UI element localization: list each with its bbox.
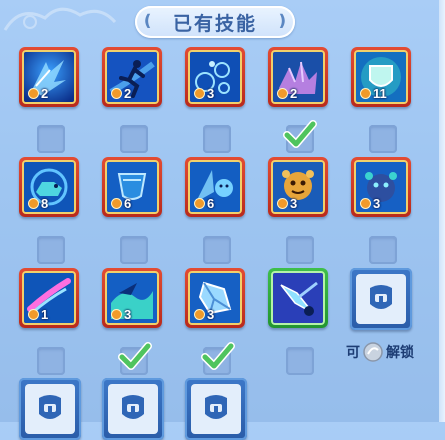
locked-skill-slot[interactable] bbox=[102, 378, 164, 440]
skill-select-checkbox[interactable] bbox=[203, 125, 231, 153]
skill-select-checkbox[interactable] bbox=[120, 125, 148, 153]
skill-slot[interactable]: 3 bbox=[102, 268, 162, 328]
skill-level: 8 bbox=[41, 195, 49, 211]
paw-icon bbox=[360, 197, 371, 209]
unlock-hint: 可 解锁 bbox=[346, 340, 414, 364]
skill-slot[interactable]: 11 bbox=[351, 47, 411, 107]
skill-slot[interactable]: 2 bbox=[102, 47, 162, 107]
checkmark-icon bbox=[283, 120, 317, 148]
paw-icon bbox=[28, 87, 39, 99]
paw-icon bbox=[194, 308, 205, 320]
lock-icon bbox=[39, 395, 61, 419]
paw-icon bbox=[277, 197, 288, 209]
paw-icon bbox=[28, 197, 39, 209]
skill-slot[interactable] bbox=[268, 268, 328, 328]
paw-icon bbox=[111, 87, 122, 99]
skill-level: 6 bbox=[124, 195, 132, 211]
scroll-ornament-icon: ❫ bbox=[275, 13, 289, 30]
skill-level: 2 bbox=[41, 85, 49, 101]
lock-icon bbox=[122, 395, 144, 419]
skill-level: 1 bbox=[41, 306, 49, 322]
paw-icon bbox=[111, 308, 122, 320]
skill-select-checkbox[interactable] bbox=[203, 236, 231, 264]
skill-level: 3 bbox=[124, 306, 132, 322]
skill-level: 3 bbox=[207, 306, 215, 322]
scroll-ornament-icon: ❪ bbox=[141, 13, 155, 30]
skill-slot[interactable]: 6 bbox=[102, 157, 162, 217]
skill-select-checkbox[interactable] bbox=[37, 125, 65, 153]
skill-level: 11 bbox=[373, 85, 387, 101]
skill-slot[interactable]: 2 bbox=[268, 47, 328, 107]
locked-skill-slot[interactable] bbox=[19, 378, 81, 440]
unlock-label-suffix: 解锁 bbox=[386, 344, 414, 360]
skill-select-checkbox[interactable] bbox=[286, 236, 314, 264]
skill-level: 2 bbox=[124, 85, 132, 101]
skill-select-checkbox[interactable] bbox=[369, 236, 397, 264]
locked-skill-slot[interactable] bbox=[185, 378, 247, 440]
panel-right-edge bbox=[439, 0, 445, 422]
paw-icon bbox=[277, 87, 288, 99]
skill-slot[interactable]: 1 bbox=[19, 268, 79, 328]
skill-slot[interactable]: 3 bbox=[351, 157, 411, 217]
crystal-sword-icon bbox=[273, 273, 323, 323]
paw-icon bbox=[28, 308, 39, 320]
skill-level: 3 bbox=[290, 195, 298, 211]
skill-select-checkbox[interactable] bbox=[120, 236, 148, 264]
skill-slot[interactable]: 3 bbox=[268, 157, 328, 217]
lock-icon bbox=[205, 395, 227, 419]
skill-select-checkbox[interactable] bbox=[369, 125, 397, 153]
skill-level: 3 bbox=[207, 85, 215, 101]
skill-level: 2 bbox=[290, 85, 298, 101]
skill-slot[interactable]: 3 bbox=[185, 47, 245, 107]
paw-icon bbox=[194, 197, 205, 209]
panel-title: 已有技能 bbox=[172, 13, 257, 35]
skill-slot[interactable]: 8 bbox=[19, 157, 79, 217]
checkmark-icon bbox=[118, 342, 152, 370]
lock-icon bbox=[370, 285, 392, 309]
skill-select-checkbox[interactable] bbox=[37, 347, 65, 375]
unlock-label-prefix: 可 bbox=[346, 344, 360, 360]
checkmark-icon bbox=[201, 342, 235, 370]
skill-slot[interactable]: 3 bbox=[185, 268, 245, 328]
panel-title-banner: ❪ 已有技能 ❫ bbox=[135, 6, 295, 38]
paw-icon bbox=[194, 87, 205, 99]
skill-select-checkbox[interactable] bbox=[37, 236, 65, 264]
skill-select-checkbox[interactable] bbox=[286, 347, 314, 375]
paw-icon bbox=[360, 87, 371, 99]
skill-level: 6 bbox=[207, 195, 215, 211]
skill-slot[interactable]: 2 bbox=[19, 47, 79, 107]
coin-icon bbox=[363, 342, 383, 362]
locked-skill-slot[interactable] bbox=[350, 268, 412, 330]
skill-level: 3 bbox=[373, 195, 381, 211]
skill-slot[interactable]: 6 bbox=[185, 157, 245, 217]
cloud-ornament-icon bbox=[3, 7, 117, 31]
paw-icon bbox=[111, 197, 122, 209]
